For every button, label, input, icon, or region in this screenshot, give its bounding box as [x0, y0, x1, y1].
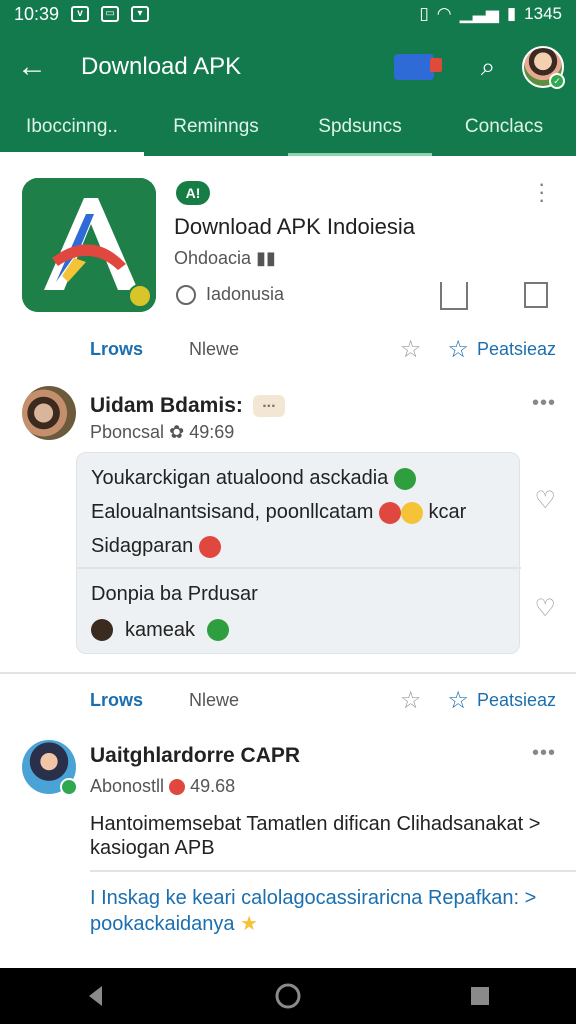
reply-user: kameak	[125, 619, 196, 641]
post-author-2: Uaitghlardorre CAPR	[90, 744, 301, 767]
app-bar: ← Download APK ⌕ ✓	[0, 28, 576, 106]
chat-bubble-icon	[176, 284, 196, 305]
action-right-text: Peatsieaz	[476, 338, 556, 359]
action-row-1: Lrows Nlewe ☆ ☆ Peatsieaz	[0, 326, 576, 372]
sticker-icon: ✿	[169, 422, 185, 442]
sticker-icon-2	[169, 779, 186, 796]
app-language: Iadonusia	[176, 284, 284, 305]
star-outline-icon-2[interactable]: ☆	[400, 686, 422, 715]
verified-emoji-icon	[207, 619, 230, 641]
post-link-line-2-text: pookackaidanya	[90, 913, 235, 935]
quote-line-2-text: Ealoualnantsisand, poonllcatam	[91, 501, 374, 523]
action-right-text-2: Peatsieaz	[476, 689, 556, 710]
more-horiz-icon[interactable]: •••	[532, 392, 556, 415]
quote-box: Youkarckigan atualoond asckadia Ealoualn…	[76, 452, 521, 654]
verified-badge-icon	[60, 778, 78, 796]
status-bar: 10:39 v ▭ ▾ ▯ ◠ ▁▃▅ ▮ 1345	[0, 0, 576, 28]
message-icon: ▭	[101, 6, 120, 22]
action-right-link-2[interactable]: ☆ Peatsieaz	[447, 686, 556, 715]
post-author: Uidam Bdamis:...	[90, 394, 285, 418]
star-blue-icon-2: ☆	[447, 686, 469, 714]
app-title: Download APK Indoiesia	[174, 214, 415, 239]
signal-icon: ▁▃▅	[459, 4, 499, 23]
search-icon[interactable]: ⌕	[468, 51, 508, 83]
post-2-divider	[90, 870, 576, 872]
page-title: Download APK	[81, 53, 242, 80]
post-meta-2: Abonostll 49.68	[90, 776, 235, 797]
star-emoji-icon: ★	[240, 913, 259, 935]
tab-2[interactable]: Reminngs	[144, 106, 288, 156]
back-arrow-icon[interactable]: ←	[0, 50, 64, 84]
post-user: Pboncsal	[90, 422, 165, 442]
donut-emoji-icon	[91, 619, 113, 641]
tab-bar: Iboccinng.. Reminngs Spdsuncs Conclacs	[0, 106, 576, 156]
post-user-2: Abonostll	[90, 776, 165, 796]
post-author-name: Uidam Bdamis:	[90, 394, 243, 417]
home-nav-icon[interactable]	[273, 981, 303, 1011]
post-body-line-2: kasiogan APB	[90, 837, 215, 859]
quote-divider	[77, 567, 521, 569]
chip-more[interactable]: ...	[252, 395, 285, 418]
quote-line-2: Ealoualnantsisand, poonllcatam kcar	[91, 495, 466, 529]
post-time-2: 49.68	[190, 776, 236, 796]
app-header-card: A! Download APK Indoiesia Ohdoacia ▮▮ Ia…	[0, 160, 576, 330]
tab-1[interactable]: Iboccinng..	[0, 106, 144, 156]
action-left-link[interactable]: Lrows	[90, 339, 143, 360]
tab-4[interactable]: Conclacs	[432, 106, 576, 156]
action-mid-label[interactable]: Nlewe	[189, 339, 239, 360]
quote-tail-word: kcar	[428, 501, 467, 523]
system-nav-bar	[0, 968, 576, 1024]
battery-text: 1345	[524, 4, 562, 23]
more-vert-icon[interactable]: · · ·	[538, 173, 546, 211]
reply-title: Donpia ba Prdusar	[91, 583, 258, 605]
app-language-text: Iadonusia	[206, 284, 285, 304]
reply-user-row: kameak	[91, 613, 230, 647]
action-row-2: Lrows Nlewe ☆ ☆ Peatsieaz	[0, 677, 576, 723]
like-heart-icon-2[interactable]: ♡	[534, 594, 556, 623]
quote-line-1-text: Youkarckigan atualoond asckadia	[91, 467, 389, 489]
post-time: 49:69	[189, 422, 235, 442]
app-logo-icon[interactable]	[22, 178, 156, 312]
star-blue-icon: ☆	[447, 335, 469, 363]
post-meta: Pboncsal ✿ 49:69	[90, 422, 234, 443]
notification-icon: v	[71, 6, 90, 22]
post-avatar[interactable]	[22, 386, 76, 440]
recents-nav-icon[interactable]	[465, 981, 495, 1011]
battery-icon: ▮	[506, 4, 517, 23]
vibrate-icon: ▯	[419, 4, 429, 23]
coin-emoji-icon	[400, 501, 423, 524]
check-emoji-icon	[393, 467, 416, 490]
smiley-emoji-icon	[378, 501, 401, 524]
section-divider	[0, 672, 576, 674]
like-heart-icon[interactable]: ♡	[534, 486, 556, 515]
app-badge: A!	[176, 181, 210, 205]
open-external-icon[interactable]	[524, 282, 548, 308]
action-left-link-2[interactable]: Lrows	[90, 690, 143, 711]
delivery-truck-icon[interactable]	[394, 54, 442, 80]
bar-chart-icon: ▮▮	[256, 248, 276, 268]
quote-line-3: Sidagparan	[91, 529, 221, 563]
verified-check-icon: ✓	[549, 73, 565, 89]
laugh-emoji-icon	[198, 535, 221, 558]
action-right-link[interactable]: ☆ Peatsieaz	[447, 335, 556, 364]
quote-line-3-text: Sidagparan	[91, 535, 194, 557]
download-icon: ▾	[131, 6, 150, 22]
post-1: Uidam Bdamis:... Pboncsal ✿ 49:69 ••• Yo…	[0, 380, 576, 670]
wifi-icon: ◠	[436, 4, 452, 23]
app-subtitle-text: Ohdoacia	[174, 248, 252, 268]
tab-3[interactable]: Spdsuncs	[288, 106, 432, 156]
status-time: 10:39	[14, 3, 60, 24]
share-icon[interactable]	[440, 282, 468, 310]
avatar[interactable]: ✓	[522, 46, 565, 89]
post-avatar-2[interactable]	[22, 740, 78, 796]
star-outline-icon[interactable]: ☆	[400, 335, 422, 364]
post-2: Uaitghlardorre CAPR Abonostll 49.68 ••• …	[0, 734, 576, 964]
app-subtitle: Ohdoacia ▮▮	[174, 248, 276, 269]
quote-line-1: Youkarckigan atualoond asckadia	[91, 461, 416, 495]
action-mid-label-2[interactable]: Nlewe	[189, 690, 239, 711]
back-nav-icon[interactable]	[81, 981, 111, 1011]
post-link-line-2[interactable]: pookackaidanya ★	[90, 908, 258, 940]
more-horiz-icon-2[interactable]: •••	[532, 742, 556, 765]
